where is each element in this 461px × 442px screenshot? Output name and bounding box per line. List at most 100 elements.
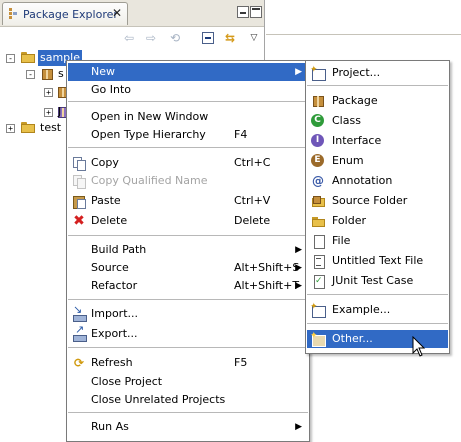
menu-separator <box>68 235 308 236</box>
menu-item-label: Project... <box>332 66 381 79</box>
submenu-item-enum[interactable]: E Enum <box>307 152 448 170</box>
source-folder-icon <box>311 194 325 208</box>
menu-item-label: File <box>332 234 351 247</box>
menu-item-label: JUnit Test Case <box>332 274 414 287</box>
menu-item-accelerator: Alt+Shift+S <box>234 261 300 274</box>
view-toolbar: ⇦ ⇨ ⟲ ⇆ ▽ <box>0 27 264 49</box>
menu-item-label: Source Folder <box>332 194 408 207</box>
forward-icon[interactable]: ⇨ <box>143 30 159 46</box>
link-with-editor-icon[interactable]: ⇆ <box>222 30 238 46</box>
tree-item-label: s <box>58 67 64 80</box>
submenu-arrow-icon: ▶ <box>295 263 302 273</box>
menu-item-refresh[interactable]: ⟳ Refresh F5 <box>68 354 308 372</box>
junit-test-case-icon <box>311 274 325 289</box>
menu-item-label: Paste <box>91 194 121 207</box>
tree-item-package[interactable]: + <box>0 84 70 100</box>
menu-item-label: Untitled Text File <box>332 254 424 267</box>
mouse-cursor-icon <box>412 336 426 357</box>
minimize-icon[interactable] <box>237 6 249 18</box>
menu-item-delete[interactable]: ✖ Delete Delete <box>68 212 308 230</box>
submenu-item-interface[interactable]: I Interface <box>307 132 448 150</box>
submenu-item-folder[interactable]: Folder <box>307 212 448 230</box>
tree-item-label: test <box>40 121 62 134</box>
menu-item-open-type-hierarchy[interactable]: Open Type Hierarchy F4 <box>68 126 308 144</box>
submenu-arrow-icon: ▶ <box>295 281 302 291</box>
menu-item-label: Enum <box>332 154 364 167</box>
menu-item-close-project[interactable]: Close Project <box>68 373 308 391</box>
submenu-item-source-folder[interactable]: Source Folder <box>307 192 448 210</box>
project-icon <box>310 63 326 81</box>
menu-item-label: Annotation <box>332 174 393 187</box>
menu-item-new[interactable]: New ▶ <box>68 63 308 81</box>
menu-item-label: Class <box>332 114 361 127</box>
collapse-toggle-icon[interactable]: - <box>26 70 35 79</box>
close-icon[interactable]: ✕ <box>112 6 122 20</box>
submenu-item-untitled-text-file[interactable]: Untitled Text File <box>307 252 448 270</box>
menu-item-label: Other... <box>332 332 373 345</box>
menu-item-close-unrelated-projects[interactable]: Close Unrelated Projects <box>68 391 308 409</box>
back-icon[interactable]: ⇦ <box>121 30 137 46</box>
context-menu: New ▶ Go Into Open in New Window Open Ty… <box>66 60 310 442</box>
submenu-item-other[interactable]: Other... <box>307 329 448 348</box>
enum-icon: E <box>311 154 324 167</box>
collapse-toggle-icon[interactable]: - <box>6 54 15 63</box>
tree-item-sample[interactable]: - sample <box>0 50 82 66</box>
expand-toggle-icon[interactable]: + <box>6 124 15 133</box>
menu-item-import[interactable]: Import... <box>68 303 308 323</box>
menu-item-build-path[interactable]: Build Path ▶ <box>68 241 308 259</box>
class-icon: C <box>311 114 324 127</box>
maximize-icon[interactable] <box>250 6 262 18</box>
submenu-item-file[interactable]: File <box>307 232 448 250</box>
collapse-all-icon[interactable] <box>200 30 216 46</box>
menu-item-source[interactable]: Source Alt+Shift+S ▶ <box>68 259 308 277</box>
up-icon[interactable]: ⟲ <box>167 30 183 46</box>
export-icon <box>72 323 87 342</box>
copy-icon <box>72 156 86 171</box>
menu-item-accelerator: Ctrl+C <box>234 156 271 169</box>
package-explorer-tab[interactable]: Package Explorer ✕ <box>2 2 128 25</box>
menu-item-paste[interactable]: Paste Ctrl+V <box>68 192 308 210</box>
example-icon <box>310 300 326 318</box>
menu-item-accelerator: F5 <box>234 356 248 369</box>
menu-item-copy[interactable]: Copy Ctrl+C <box>68 154 308 172</box>
menu-item-label: Build Path <box>91 243 147 256</box>
menu-item-copy-qualified-name[interactable]: Copy Qualified Name <box>68 172 308 190</box>
submenu-item-annotation[interactable]: @ Annotation <box>307 172 448 190</box>
menu-item-label: Refresh <box>91 356 133 369</box>
expand-toggle-icon[interactable]: + <box>44 88 53 97</box>
menu-item-label: Export... <box>91 327 138 340</box>
other-icon <box>310 329 326 347</box>
menu-item-run-as[interactable]: Run As ▶ <box>68 418 308 436</box>
tree-item-jre[interactable]: + J <box>0 104 70 120</box>
tree-item-test[interactable]: + test <box>0 120 70 136</box>
tree-item-label: J <box>58 105 62 118</box>
menu-item-label: Delete <box>91 214 128 227</box>
menu-item-open-in-new-window[interactable]: Open in New Window <box>68 108 308 126</box>
copy-qualified-name-icon <box>72 174 86 189</box>
menu-item-refactor[interactable]: Refactor Alt+Shift+T ▶ <box>68 277 308 295</box>
menu-item-label: Copy Qualified Name <box>91 174 208 187</box>
menu-separator <box>68 299 308 300</box>
expand-toggle-icon[interactable]: + <box>44 108 53 117</box>
file-icon <box>311 234 325 249</box>
menu-item-label: Close Project <box>91 375 163 388</box>
menu-item-accelerator: Ctrl+V <box>234 194 271 207</box>
submenu-item-junit-test-case[interactable]: JUnit Test Case <box>307 272 448 290</box>
menu-item-label: New <box>91 65 115 78</box>
menu-item-label: Open in New Window <box>91 110 209 123</box>
submenu-arrow-icon: ▶ <box>295 245 302 255</box>
tree-item-source[interactable]: - s <box>0 66 70 82</box>
submenu-item-package[interactable]: Package <box>307 92 448 110</box>
submenu-item-class[interactable]: C Class <box>307 112 448 130</box>
view-menu-icon[interactable]: ▽ <box>246 30 262 46</box>
submenu-item-project[interactable]: Project... <box>307 63 448 82</box>
package-explorer-icon <box>9 8 17 19</box>
menu-item-go-into[interactable]: Go Into <box>68 81 308 99</box>
view-tab-bar: Package Explorer ✕ <box>0 0 264 27</box>
menu-item-label: Interface <box>332 134 382 147</box>
submenu-arrow-icon: ▶ <box>295 67 302 77</box>
menu-item-export[interactable]: Export... <box>68 323 308 343</box>
submenu-item-example[interactable]: Example... <box>307 300 448 319</box>
menu-separator <box>68 347 308 348</box>
project-folder-icon <box>21 52 35 63</box>
